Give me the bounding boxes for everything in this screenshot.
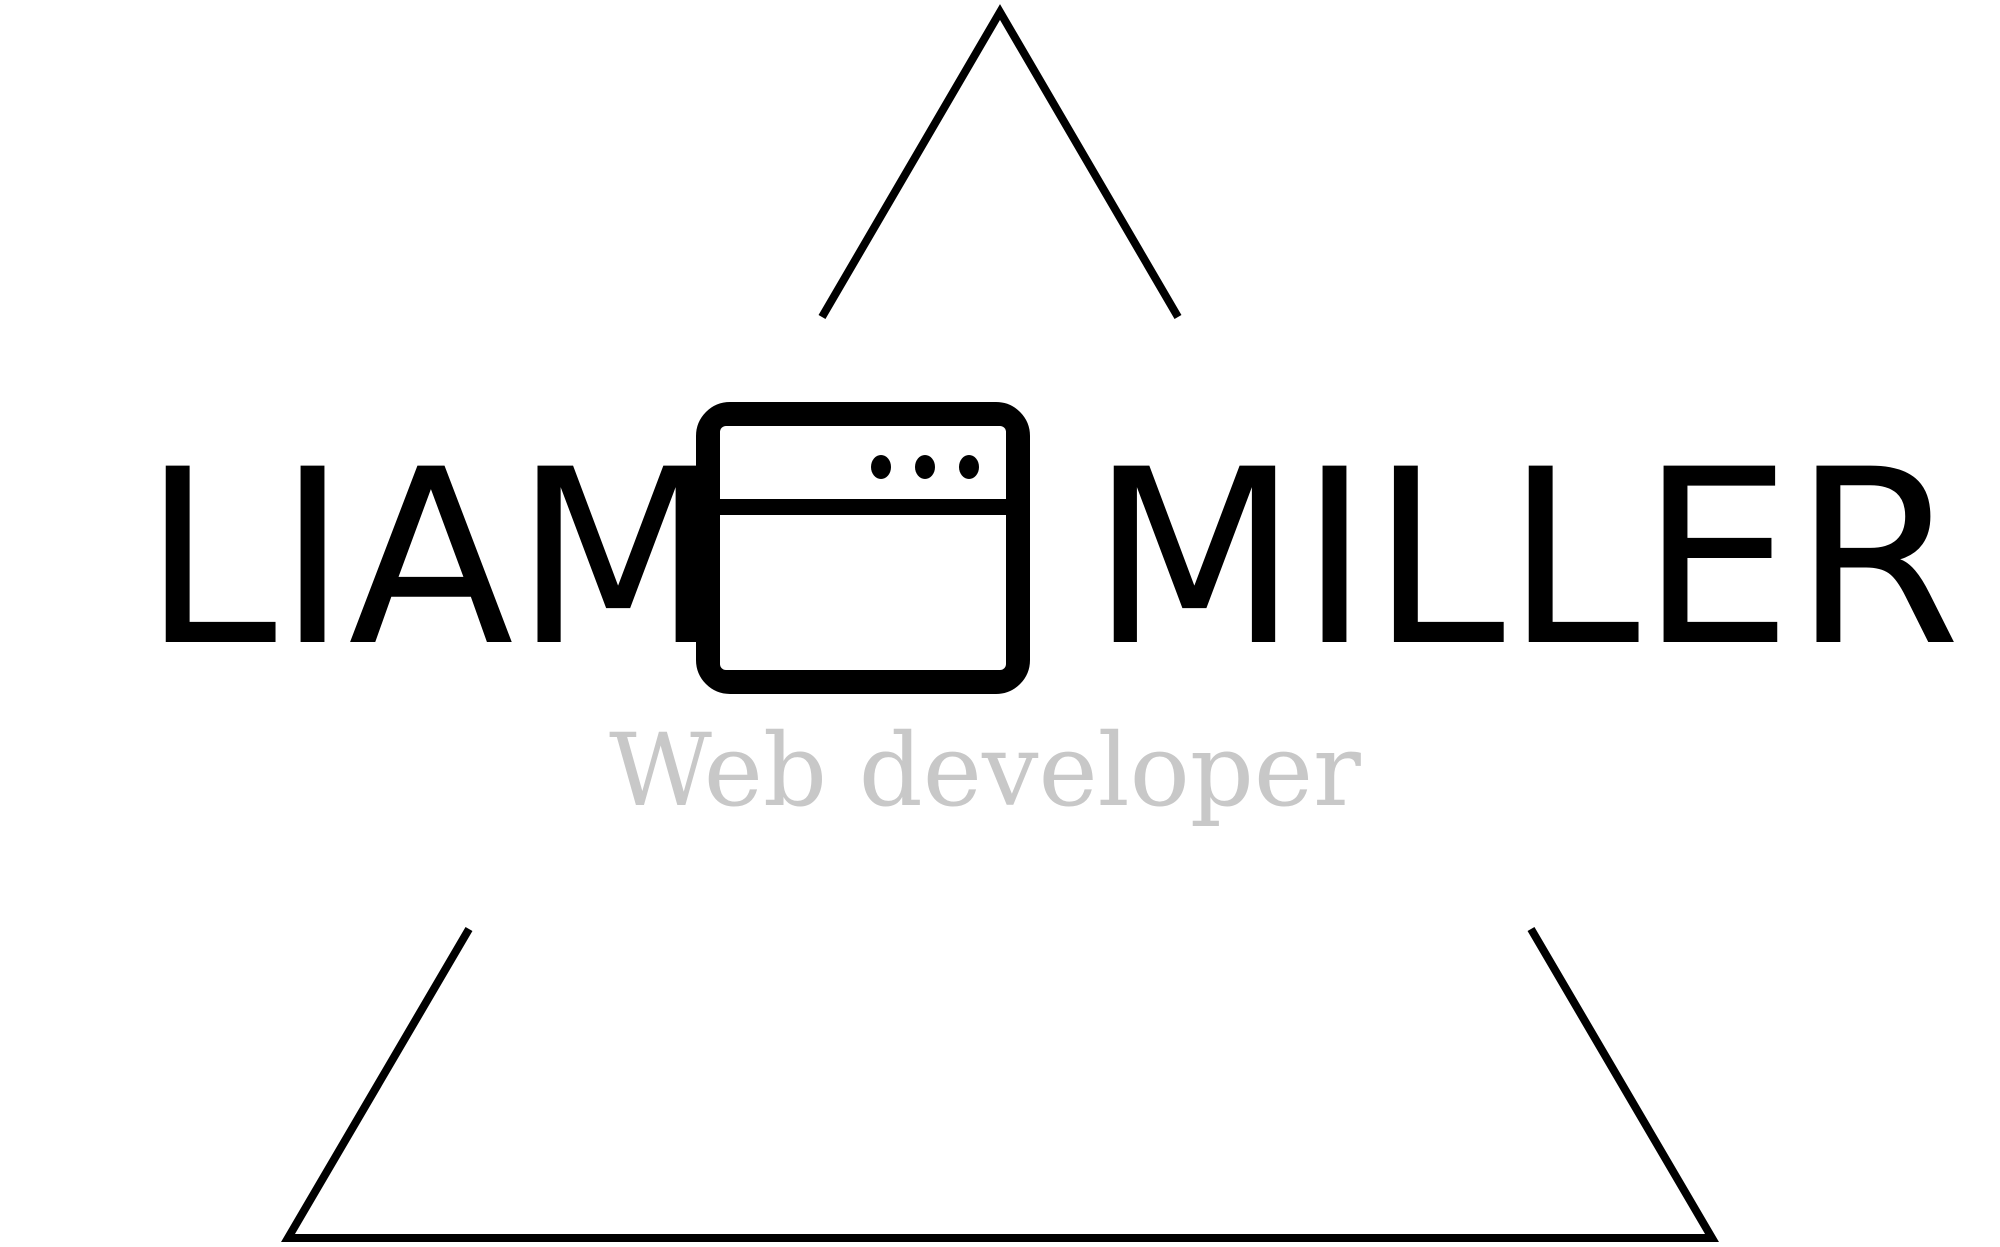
browser-dot-icon (915, 455, 935, 479)
first-name: LIAM (142, 418, 723, 700)
triangle-right-base-stroke (1000, 926, 1719, 1242)
browser-window-icon (696, 402, 1030, 694)
browser-dot-icon (871, 455, 891, 479)
triangle-apex-stroke (818, 4, 1182, 320)
tagline: Web developer (0, 716, 2000, 826)
triangle-left-base-stroke (281, 926, 1000, 1242)
last-name: MILLER (1090, 418, 1961, 700)
tagline-text: Web developer (609, 712, 1361, 829)
browser-toolbar-divider (720, 499, 1006, 515)
browser-dot-icon (959, 455, 979, 479)
